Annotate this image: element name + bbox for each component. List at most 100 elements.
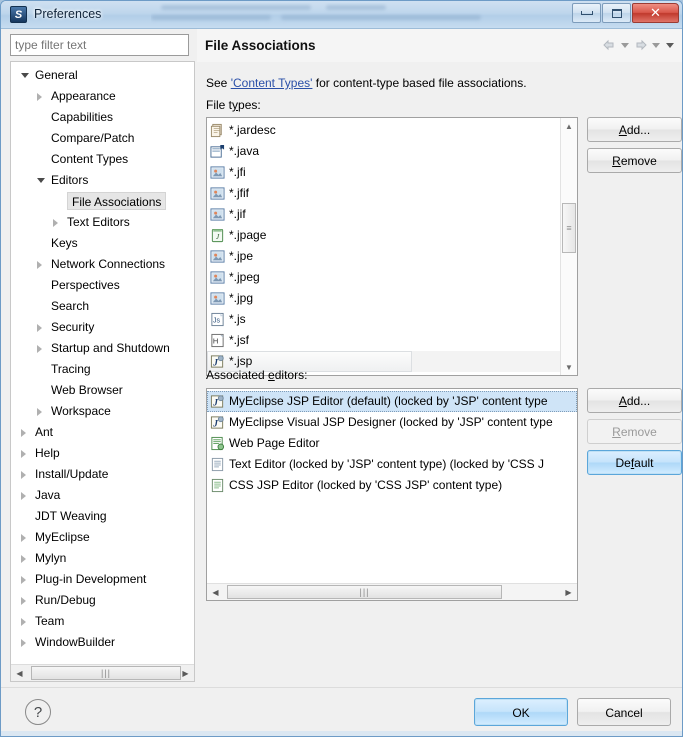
file-type-list-item[interactable]: *.jardesc <box>207 120 560 141</box>
page-menu-chevron-down-icon[interactable] <box>664 38 676 52</box>
file-type-list-item[interactable]: H *.jsf <box>207 330 560 351</box>
associated-editors-default-button[interactable]: Default <box>587 450 682 475</box>
tree-collapsed-arrow-icon[interactable] <box>37 345 42 353</box>
tree-collapsed-arrow-icon[interactable] <box>21 618 26 626</box>
file-type-list-item[interactable]: *.java <box>207 141 560 162</box>
file-type-list-item[interactable]: *.jfi <box>207 162 560 183</box>
scroll-right-icon[interactable]: ▶ <box>560 584 577 600</box>
tree-collapsed-arrow-icon[interactable] <box>21 492 26 500</box>
preferences-tree[interactable]: General Appearance Capabilities Compare/Pat… <box>10 61 195 682</box>
file-type-list-item[interactable]: Js *.js <box>207 309 560 330</box>
sidebar-item-help[interactable]: Help <box>11 443 194 464</box>
file-type-list-item[interactable]: *.jpe <box>207 246 560 267</box>
forward-menu-chevron-down-icon[interactable] <box>650 38 662 52</box>
associated-editor-list-item[interactable]: Web Page Editor <box>207 433 577 454</box>
scroll-down-icon[interactable]: ▼ <box>561 359 577 375</box>
file-types-vscroll-thumb[interactable]: ≡ <box>562 203 576 253</box>
sidebar-item-install-update[interactable]: Install/Update <box>11 464 194 485</box>
sidebar-item-text-editors[interactable]: Text Editors <box>11 212 194 233</box>
file-type-list-item[interactable]: *.jpg <box>207 288 560 309</box>
assoc-hscroll-thumb[interactable]: ||| <box>227 585 502 599</box>
ok-button[interactable]: OK <box>474 698 568 726</box>
window-title: Preferences <box>34 7 102 21</box>
help-icon[interactable]: ? <box>25 699 51 725</box>
sidebar-item-search[interactable]: Search <box>11 296 194 317</box>
sidebar-item-capabilities[interactable]: Capabilities <box>11 107 194 128</box>
tree-collapsed-arrow-icon[interactable] <box>21 471 26 479</box>
page-header: File Associations <box>197 29 682 63</box>
tree-collapsed-arrow-icon[interactable] <box>21 576 26 584</box>
sidebar-item-network-connections[interactable]: Network Connections <box>11 254 194 275</box>
sidebar-item-keys[interactable]: Keys <box>11 233 194 254</box>
cancel-button[interactable]: Cancel <box>577 698 671 726</box>
tree-collapsed-arrow-icon[interactable] <box>37 93 42 101</box>
sidebar-item-perspectives[interactable]: Perspectives <box>11 275 194 296</box>
sidebar-item-security[interactable]: Security <box>11 317 194 338</box>
sidebar-item-mylyn[interactable]: Mylyn <box>11 548 194 569</box>
tree-collapsed-arrow-icon[interactable] <box>21 534 26 542</box>
scroll-left-icon[interactable]: ◀ <box>207 584 224 600</box>
image-file-icon <box>210 249 225 264</box>
scroll-up-icon[interactable]: ▲ <box>561 118 577 134</box>
sidebar-item-label: Capabilities <box>51 110 114 124</box>
tree-horizontal-scrollbar[interactable]: ◀ ||| ▶ <box>11 664 194 681</box>
back-menu-chevron-down-icon[interactable] <box>619 38 631 52</box>
sidebar-item-file-associations[interactable]: File Associations <box>11 191 194 212</box>
sidebar-item-compare-patch[interactable]: Compare/Patch <box>11 128 194 149</box>
file-types-add-button[interactable]: Add... <box>587 117 682 142</box>
sidebar-item-java[interactable]: Java <box>11 485 194 506</box>
tree-collapsed-arrow-icon[interactable] <box>21 450 26 458</box>
back-arrow-icon[interactable] <box>602 38 617 52</box>
file-type-list-item[interactable]: *.jpeg <box>207 267 560 288</box>
associated-editor-list-item[interactable]: J MyEclipse JSP Editor (default) (locked … <box>207 391 577 412</box>
sidebar-item-editors[interactable]: Editors <box>11 170 194 191</box>
svg-text:J: J <box>212 419 218 429</box>
file-types-list[interactable]: *.jardesc *.java *.jfi *.jfif *.jif J *.jpage *… <box>206 117 578 376</box>
maximize-button[interactable] <box>602 3 631 23</box>
tree-collapsed-arrow-icon[interactable] <box>37 261 42 269</box>
file-type-list-item[interactable]: J *.jpage <box>207 225 560 246</box>
tree-collapsed-arrow-icon[interactable] <box>53 219 58 227</box>
file-types-remove-button[interactable]: Remove <box>587 148 682 173</box>
filter-input-wrapper[interactable] <box>10 34 189 56</box>
file-type-list-item[interactable]: *.jif <box>207 204 560 225</box>
sidebar-item-workspace[interactable]: Workspace <box>11 401 194 422</box>
tree-collapsed-arrow-icon[interactable] <box>37 408 42 416</box>
scroll-left-icon[interactable]: ◀ <box>11 665 28 681</box>
sidebar-item-content-types[interactable]: Content Types <box>11 149 194 170</box>
content-types-link[interactable]: 'Content Types' <box>231 76 313 90</box>
tree-collapsed-arrow-icon[interactable] <box>21 639 26 647</box>
sidebar-item-team[interactable]: Team <box>11 611 194 632</box>
sidebar-item-startup-and-shutdown[interactable]: Startup and Shutdown <box>11 338 194 359</box>
sidebar-item-tracing[interactable]: Tracing <box>11 359 194 380</box>
associated-editor-list-item[interactable]: CSS JSP Editor (locked by 'CSS JSP' cont… <box>207 475 577 496</box>
sidebar-item-general[interactable]: General <box>11 65 194 86</box>
sidebar-item-myeclipse[interactable]: MyEclipse <box>11 527 194 548</box>
sidebar-item-appearance[interactable]: Appearance <box>11 86 194 107</box>
file-types-vertical-scrollbar[interactable]: ▲ ≡ ▼ <box>560 118 577 375</box>
associated-editors-horizontal-scrollbar[interactable]: ◀ ||| ▶ <box>207 583 577 600</box>
sidebar-item-web-browser[interactable]: Web Browser <box>11 380 194 401</box>
tree-collapsed-arrow-icon[interactable] <box>37 324 42 332</box>
associated-editor-list-item[interactable]: J MyEclipse Visual JSP Designer (locked b… <box>207 412 577 433</box>
forward-arrow-icon[interactable] <box>633 38 648 52</box>
sidebar-item-plug-in-development[interactable]: Plug-in Development <box>11 569 194 590</box>
tree-collapsed-arrow-icon[interactable] <box>21 429 26 437</box>
sidebar-item-jdt-weaving[interactable]: JDT Weaving <box>11 506 194 527</box>
scroll-right-icon[interactable]: ▶ <box>177 665 194 681</box>
tree-expanded-arrow-icon[interactable] <box>21 73 29 78</box>
tree-expanded-arrow-icon[interactable] <box>37 178 45 183</box>
sidebar-item-windowbuilder[interactable]: WindowBuilder <box>11 632 194 653</box>
sidebar-item-ant[interactable]: Ant <box>11 422 194 443</box>
associated-editors-list[interactable]: J MyEclipse JSP Editor (default) (locked … <box>206 388 578 601</box>
file-type-list-item[interactable]: *.jfif <box>207 183 560 204</box>
sidebar-item-run-debug[interactable]: Run/Debug <box>11 590 194 611</box>
tree-collapsed-arrow-icon[interactable] <box>21 555 26 563</box>
minimize-button[interactable] <box>572 3 601 23</box>
tree-hscroll-thumb[interactable]: ||| <box>31 666 181 680</box>
associated-editors-add-button[interactable]: Add... <box>587 388 682 413</box>
tree-collapsed-arrow-icon[interactable] <box>21 597 26 605</box>
search-input[interactable] <box>11 35 188 55</box>
associated-editor-list-item[interactable]: Text Editor (locked by 'JSP' content typ… <box>207 454 577 475</box>
close-button[interactable]: ✕ <box>632 3 679 23</box>
